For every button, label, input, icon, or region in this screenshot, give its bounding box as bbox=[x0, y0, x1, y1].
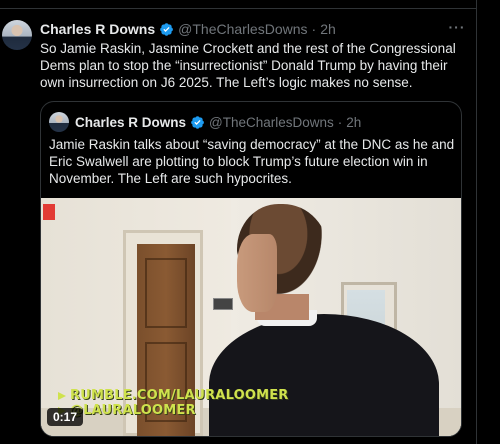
quoted-tweet[interactable]: Charles R Downs @TheCharlesDowns · 2h Ja… bbox=[40, 101, 462, 437]
quoted-author-handle[interactable]: @TheCharlesDowns bbox=[209, 115, 334, 130]
author-handle[interactable]: @TheCharlesDowns bbox=[178, 21, 307, 37]
rumble-play-icon bbox=[58, 391, 66, 400]
watermark-line-2: @LAURALOOMER bbox=[70, 403, 196, 418]
separator-dot: · bbox=[311, 21, 317, 37]
author-name[interactable]: Charles R Downs bbox=[40, 21, 155, 37]
video-frame-person-face bbox=[237, 234, 277, 312]
quoted-author-name[interactable]: Charles R Downs bbox=[75, 115, 186, 130]
watermark-line-1: RUMBLE.COM/LAURALOOMER bbox=[70, 388, 289, 403]
more-options-icon[interactable]: ··· bbox=[448, 20, 466, 38]
tweet-header: Charles R Downs @TheCharlesDowns · 2h bbox=[40, 20, 336, 38]
quoted-header: Charles R Downs @TheCharlesDowns · 2h bbox=[75, 113, 361, 131]
video-player[interactable]: RUMBLE.COM/LAURALOOMER @LAURALOOMER 0:17 bbox=[41, 198, 461, 436]
timestamp[interactable]: 2h bbox=[320, 21, 336, 37]
video-frame-sign bbox=[213, 298, 233, 310]
video-duration-badge: 0:17 bbox=[47, 408, 84, 426]
verified-badge-icon bbox=[160, 22, 174, 36]
video-watermark: RUMBLE.COM/LAURALOOMER @LAURALOOMER bbox=[57, 388, 289, 418]
tweet-text: So Jamie Raskin, Jasmine Crockett and th… bbox=[40, 41, 456, 90]
quoted-text: Jamie Raskin talks about “saving democra… bbox=[49, 137, 455, 186]
tweet[interactable]: Charles R Downs @TheCharlesDowns · 2h ··… bbox=[0, 0, 476, 444]
right-scroll-rail bbox=[476, 0, 500, 444]
avatar[interactable] bbox=[2, 20, 32, 50]
verified-badge-icon bbox=[191, 115, 204, 129]
quoted-timestamp[interactable]: 2h bbox=[346, 115, 361, 130]
quoted-avatar[interactable] bbox=[49, 112, 69, 132]
separator-dot: · bbox=[337, 114, 343, 130]
video-frame-fire-alarm bbox=[43, 204, 55, 220]
